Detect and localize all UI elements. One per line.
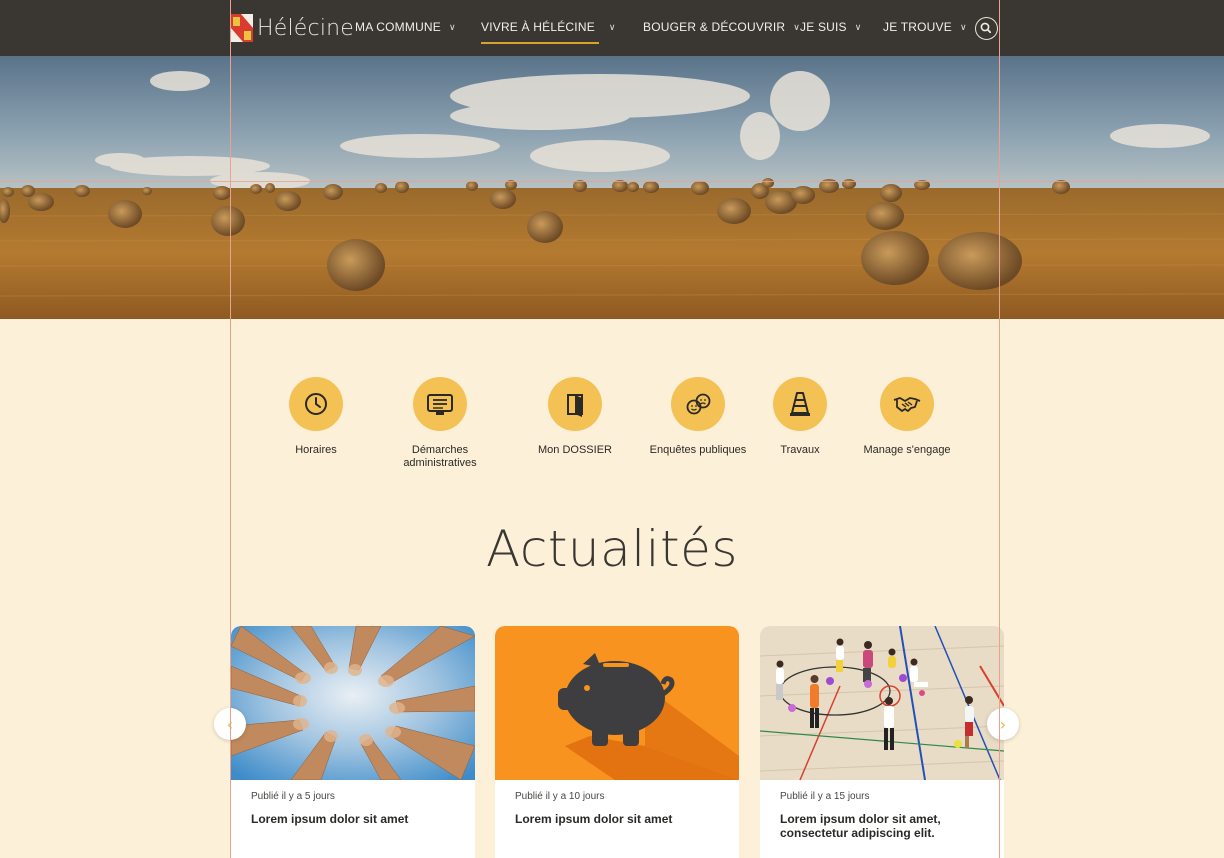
search-icon [980,22,992,34]
carousel-next-button[interactable]: › [987,708,1019,740]
chevron-down-icon: ∨ [854,21,862,32]
top-navigation-bar: Hélécine MA COMMUNE ∨ VIVRE À HÉLÉCINE ∨… [0,0,1224,56]
quick-link-icon-circle [773,377,827,431]
chevron-down-icon: ∨ [449,21,456,32]
nav-item-ma-commune[interactable]: MA COMMUNE ∨ [355,20,456,34]
quick-link-icon-circle [671,377,725,431]
quick-link-label: Travaux [780,444,820,456]
chevron-down-icon: ∨ [608,21,616,32]
quick-link-demarches[interactable]: Démarches administratives [385,377,495,470]
chevron-down-icon: ∨ [959,21,967,32]
quick-link-label: Horaires [295,444,337,456]
quick-link-label: Mon DOSSIER [538,444,612,456]
monitor-list-icon [427,394,453,415]
quick-link-icon-circle [548,377,602,431]
news-card-date: Publié il y a 5 jours [251,791,335,802]
nav-label: MA COMMUNE [355,20,441,34]
news-card-image-gym-class [760,626,1004,780]
quick-link-icon-circle [289,377,343,431]
layout-guide-left [230,0,231,858]
quick-link-icon-circle [880,377,934,431]
nav-label: JE SUIS [800,20,847,34]
quick-link-travaux[interactable]: Travaux [745,377,855,457]
quick-link-manage-sengage[interactable]: Manage s'engage [852,377,962,457]
news-card-image-piggy-bank [495,626,739,780]
traffic-cone-icon [790,392,810,416]
quick-link-label: Démarches administratives [403,444,477,469]
hero-image-hay-field [0,56,1224,319]
news-card-title[interactable]: Lorem ipsum dolor sit amet [251,812,461,826]
news-section-title: Actualités [486,520,738,578]
layout-guide-horizon [0,181,1224,182]
nav-label: BOUGER & DÉCOUVRIR [643,20,786,34]
layout-guide-right [999,0,1000,858]
handshake-icon [893,397,921,412]
news-card[interactable]: Publié il y a 10 jours Lorem ipsum dolor… [495,626,739,858]
logo-text: Hélécine [257,15,355,41]
nav-item-bouger-decouvrir[interactable]: BOUGER & DÉCOUVRIR ∨ [643,20,800,34]
quick-link-label: Enquêtes publiques [649,444,747,456]
nav-label: JE TROUVE [883,20,952,34]
news-card[interactable]: Publié il y a 15 jours Lorem ipsum dolor… [760,626,1004,858]
search-button[interactable] [975,17,998,40]
door-icon [567,394,583,417]
nav-item-vivre-a-helecine[interactable]: VIVRE À HÉLÉCINE ∨ [481,20,616,34]
quick-link-enquetes[interactable]: Enquêtes publiques [643,377,753,457]
active-nav-indicator [481,42,599,44]
quick-link-mon-dossier[interactable]: Mon DOSSIER [520,377,630,457]
news-card-date: Publié il y a 15 jours [780,791,870,802]
site-logo[interactable]: Hélécine [231,14,354,42]
chevron-right-icon: › [999,714,1007,734]
clock-icon [305,393,327,415]
quick-link-horaires[interactable]: Horaires [261,377,371,457]
coat-of-arms-icon [231,14,253,42]
nav-label: VIVRE À HÉLÉCINE [481,20,595,34]
quick-link-icon-circle [413,377,467,431]
news-card-title[interactable]: Lorem ipsum dolor sit amet, consectetur … [780,812,990,840]
news-card[interactable]: Publié il y a 5 jours Lorem ipsum dolor … [231,626,475,858]
news-card-title[interactable]: Lorem ipsum dolor sit amet [515,812,725,826]
faces-icon [686,393,711,415]
news-card-image-hands [231,626,475,780]
quick-link-label: Manage s'engage [863,444,951,456]
nav-item-je-trouve[interactable]: JE TROUVE ∨ [883,20,967,34]
news-card-date: Publié il y a 10 jours [515,791,605,802]
nav-item-je-suis[interactable]: JE SUIS ∨ [800,20,862,34]
